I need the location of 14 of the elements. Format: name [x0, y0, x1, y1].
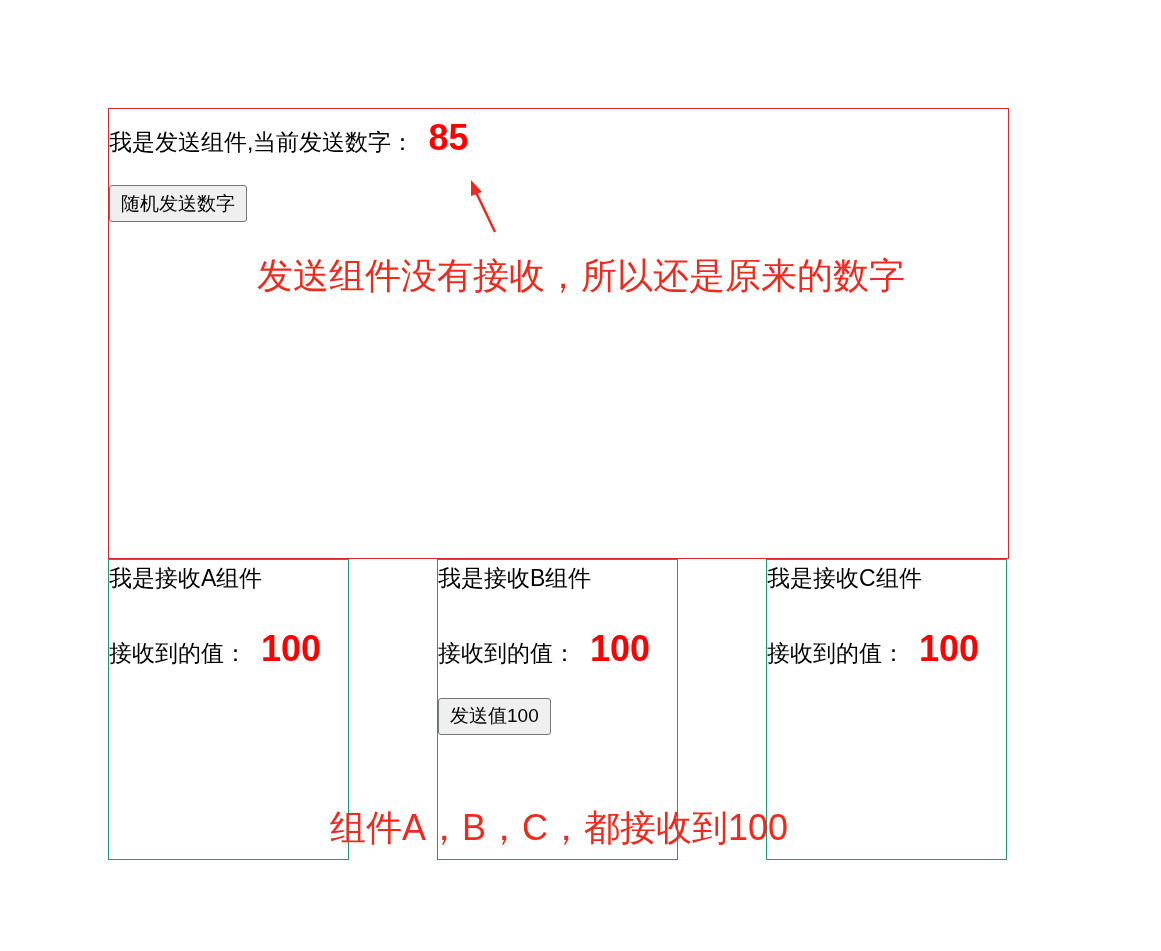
- sender-value: 85: [428, 116, 469, 160]
- receiver-title: 我是接收B组件: [438, 565, 592, 593]
- random-send-button[interactable]: 随机发送数字: [109, 185, 247, 222]
- receiver-label: 接收到的值：: [109, 639, 247, 668]
- receiver-title: 我是接收C组件: [767, 565, 922, 593]
- receiver-value: 100: [919, 626, 980, 670]
- receiver-value: 100: [590, 626, 651, 670]
- annotation-note: 发送组件没有接收，所以还是原来的数字: [257, 255, 905, 297]
- receiver-value: 100: [261, 626, 322, 670]
- sender-label: 我是发送组件,当前发送数字：: [109, 129, 415, 157]
- send-value-button[interactable]: 发送值100: [438, 697, 551, 735]
- receiver-label: 接收到的值：: [767, 639, 905, 668]
- receiver-title: 我是接收A组件: [109, 565, 263, 593]
- receiver-label: 接收到的值：: [438, 639, 576, 668]
